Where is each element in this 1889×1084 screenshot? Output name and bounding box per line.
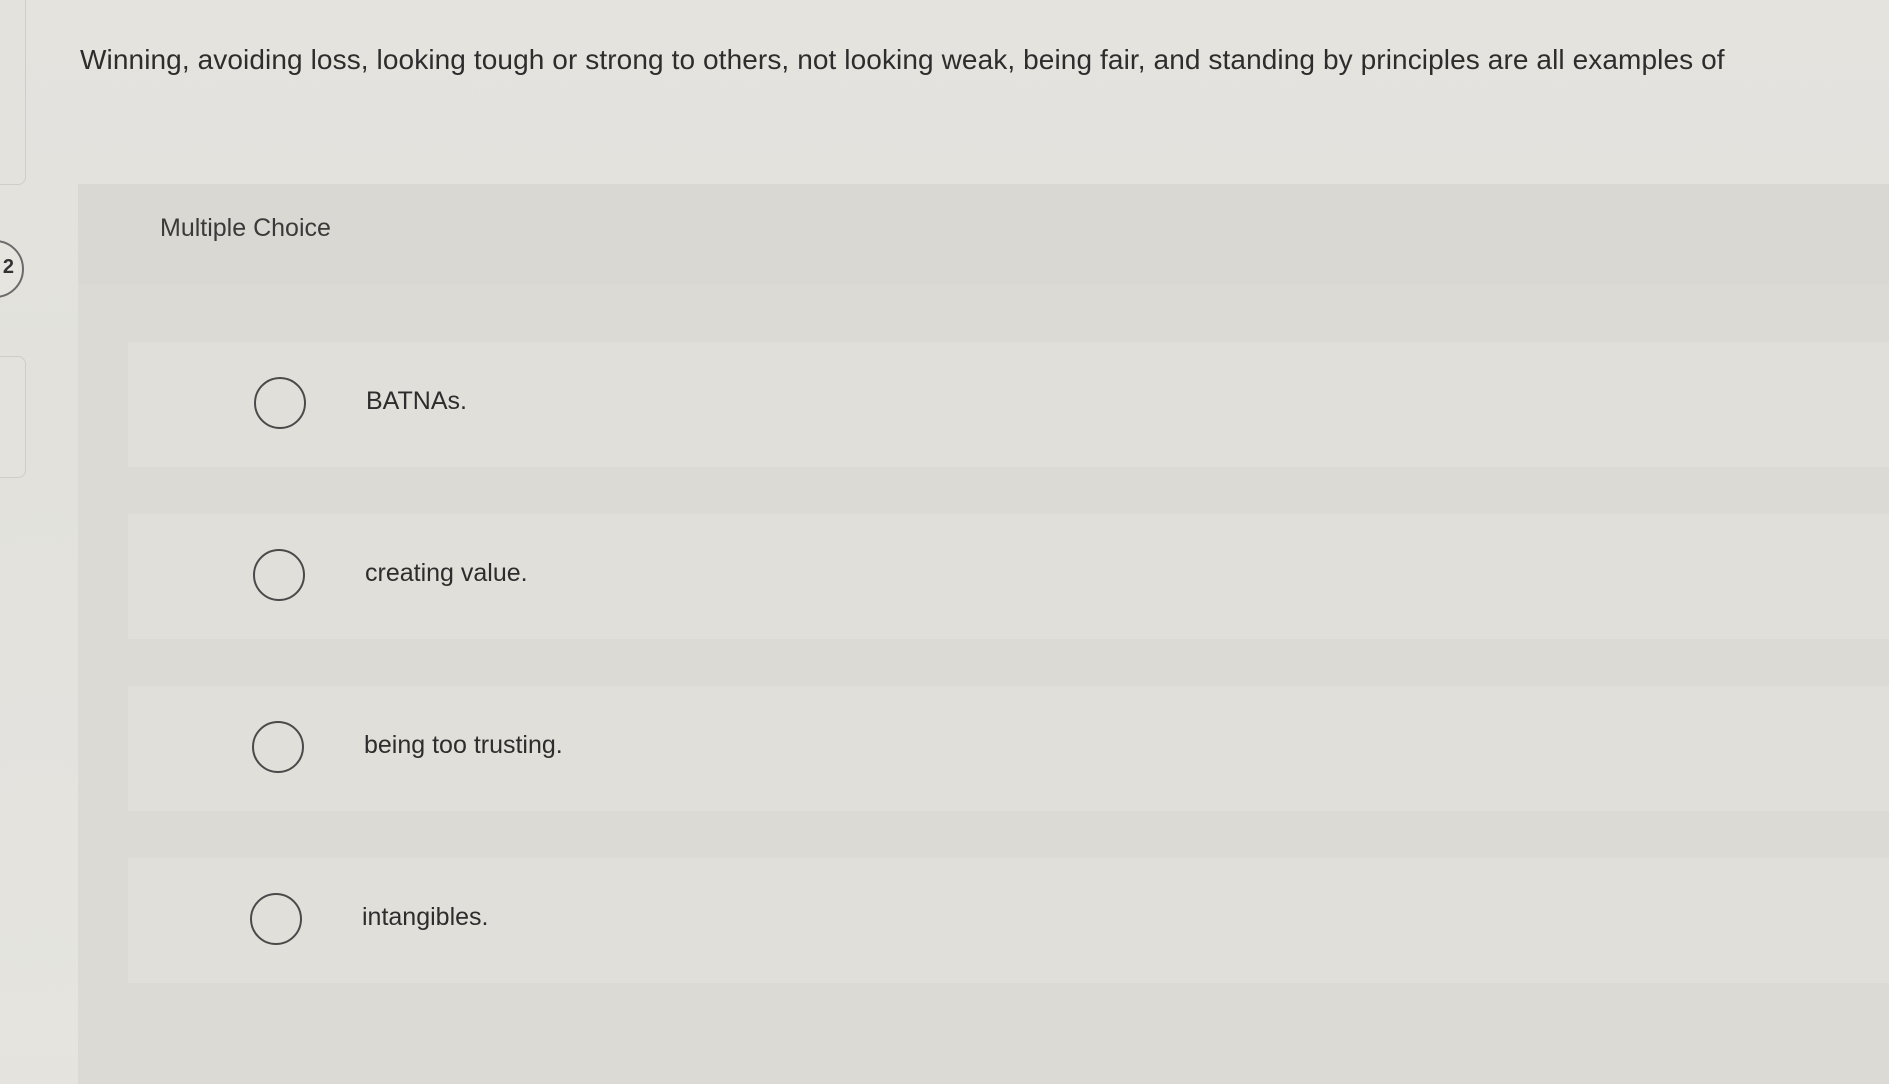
question-prompt: Winning, avoiding loss, looking tough or… bbox=[80, 44, 1725, 75]
answer-option-label: being too trusting. bbox=[364, 731, 563, 759]
answer-option-c[interactable]: being too trusting. bbox=[128, 686, 1889, 811]
answer-option-label: creating value. bbox=[365, 559, 528, 587]
next-question-card[interactable] bbox=[0, 356, 26, 478]
answer-option-label: intangibles. bbox=[362, 903, 489, 931]
radio-button[interactable] bbox=[250, 893, 302, 945]
radio-button[interactable] bbox=[253, 549, 305, 601]
question-type-label: Multiple Choice bbox=[160, 214, 331, 242]
answer-option-a[interactable]: BATNAs. bbox=[128, 342, 1889, 467]
answer-option-d[interactable]: intangibles. bbox=[128, 858, 1889, 983]
answer-option-b[interactable]: creating value. bbox=[128, 514, 1889, 639]
radio-button[interactable] bbox=[252, 721, 304, 773]
question-number-badge[interactable]: 2 bbox=[0, 240, 24, 298]
answer-option-label: BATNAs. bbox=[366, 387, 467, 415]
answer-panel-header: Multiple Choice bbox=[78, 184, 1889, 284]
previous-question-card[interactable] bbox=[0, 0, 26, 185]
radio-button[interactable] bbox=[254, 377, 306, 429]
answer-panel: Multiple Choice BATNAs. creating value. … bbox=[78, 184, 1889, 1084]
question-number: 2 bbox=[2, 256, 14, 278]
